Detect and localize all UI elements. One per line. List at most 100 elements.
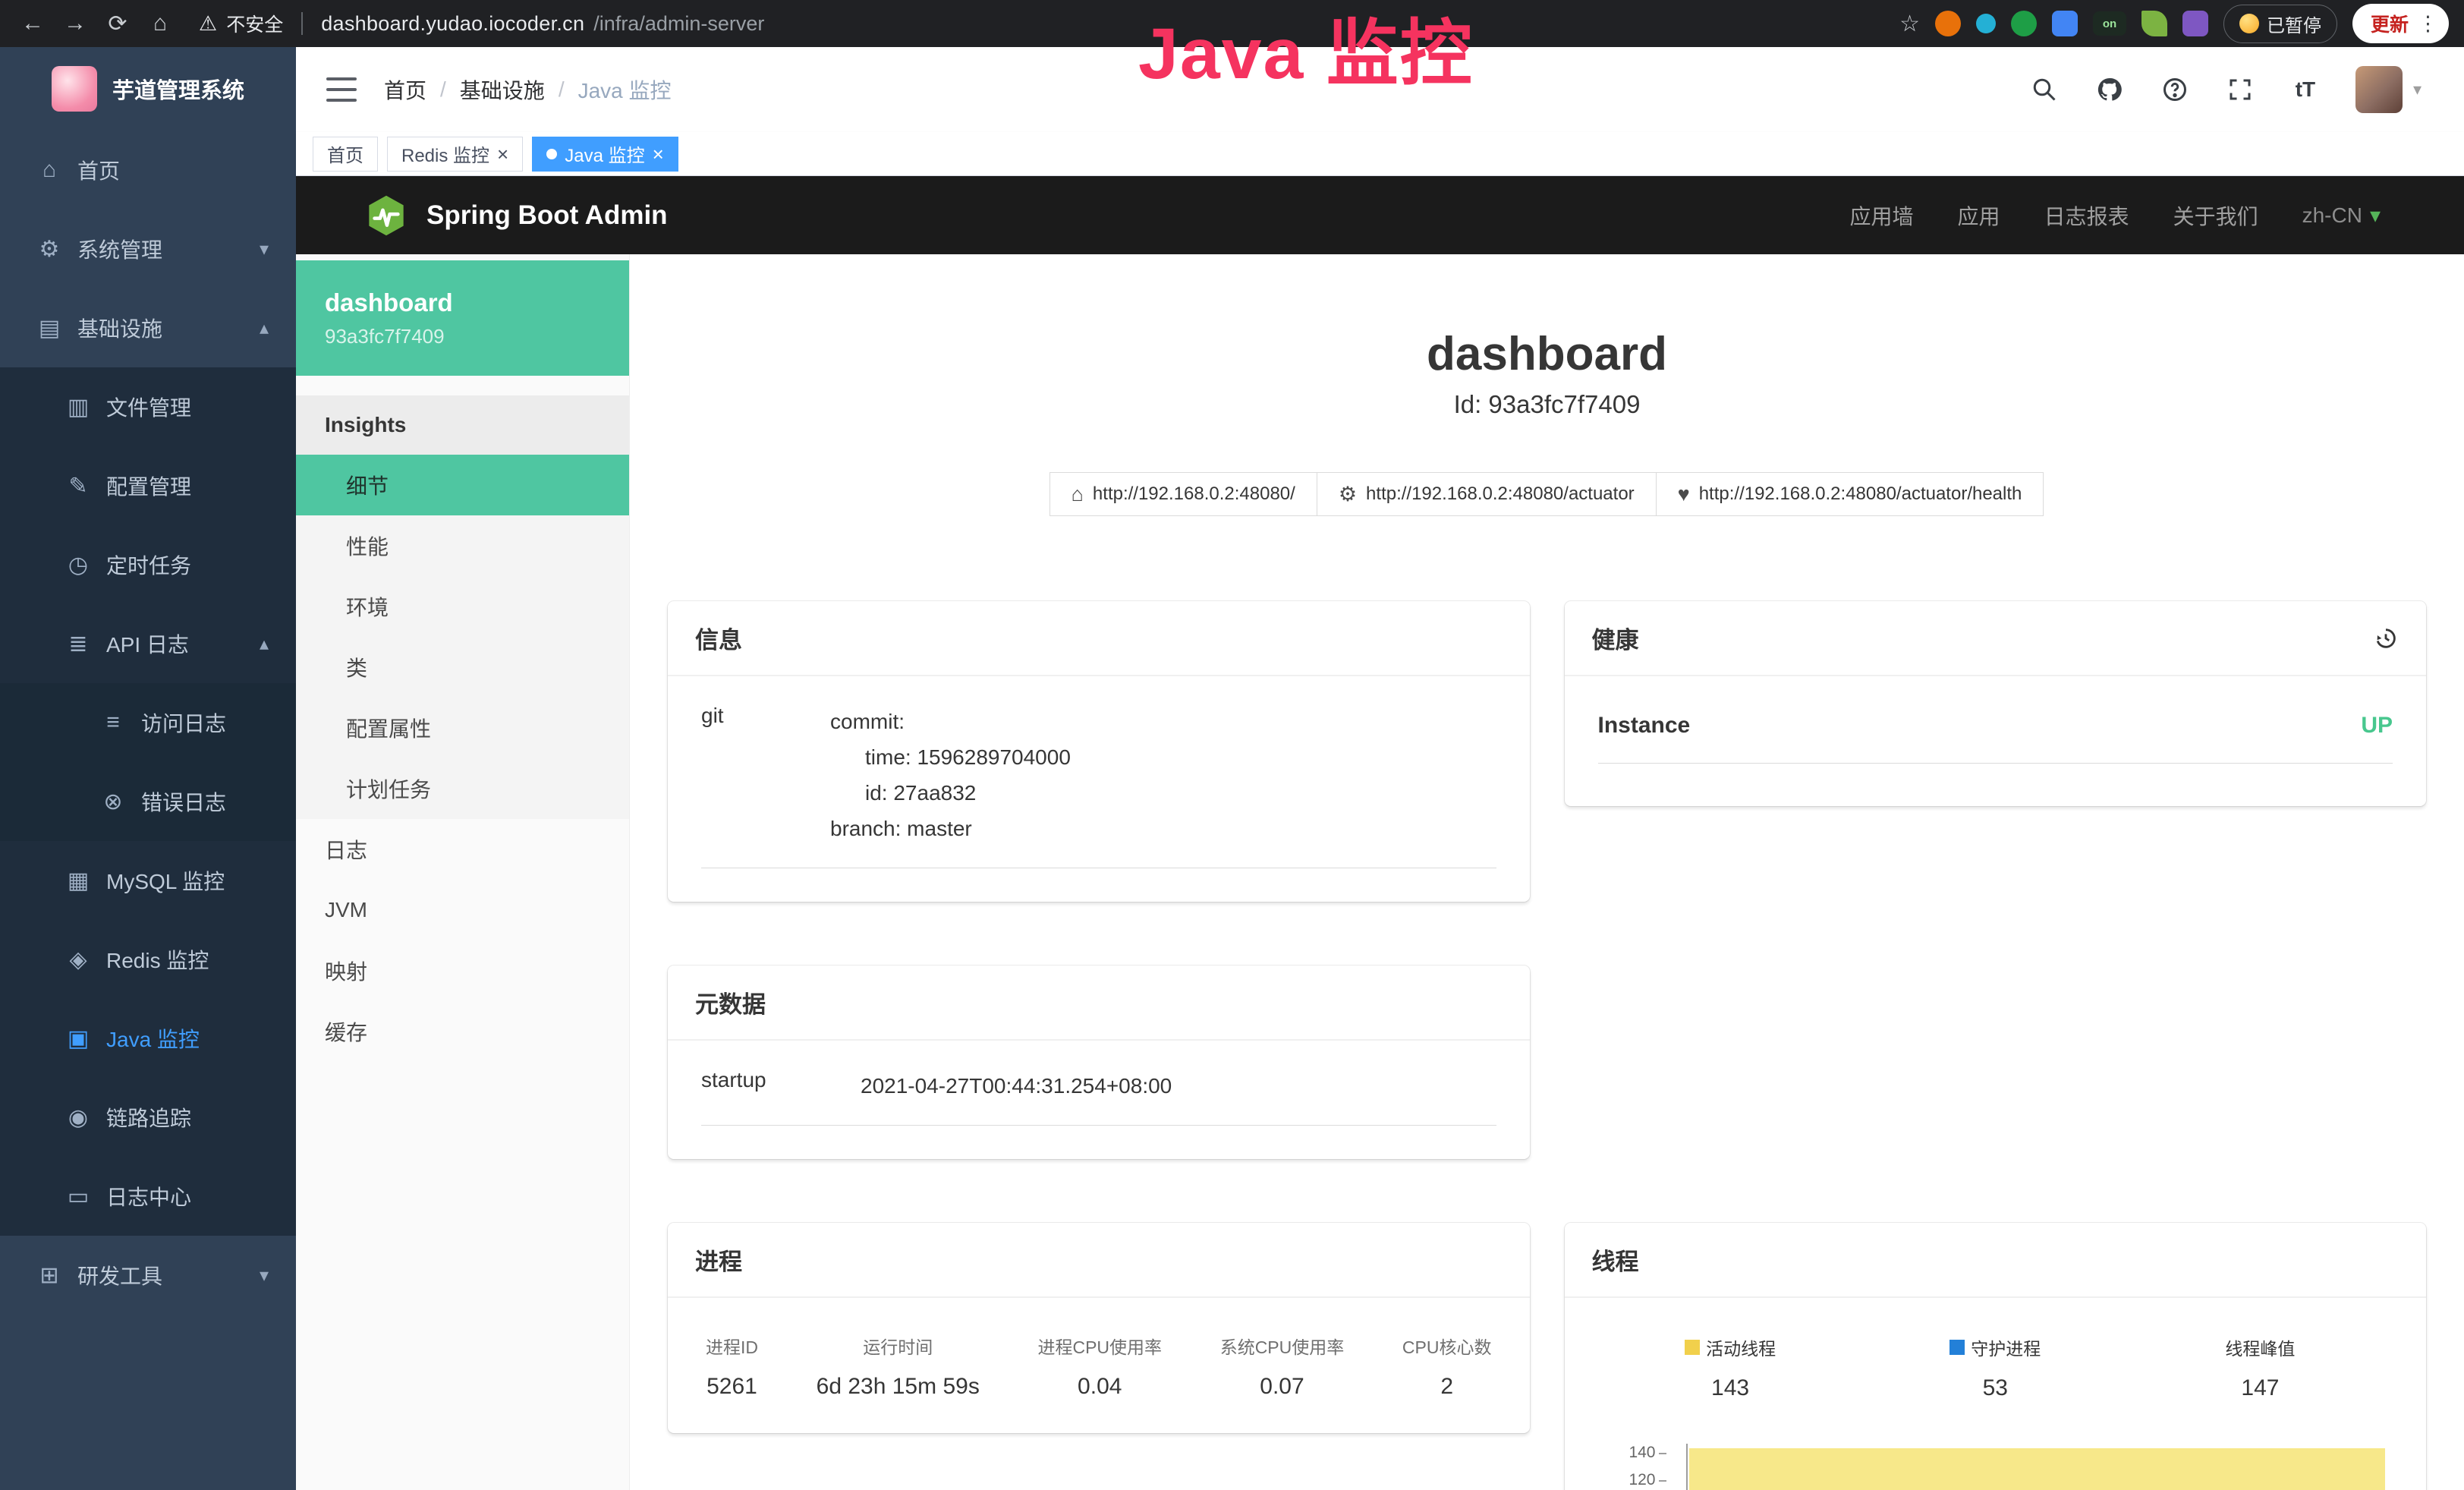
instance-name: dashboard — [325, 288, 629, 317]
sba-item-config-props[interactable]: 配置属性 — [296, 698, 629, 758]
sba-item-mappings[interactable]: 映射 — [296, 940, 629, 1001]
main-area: 首页 / 基础设施 / Java 监控 tT ▾ — [296, 47, 2464, 1490]
metadata-card-body: startup 2021-04-27T00:44:31.254+08:00 — [668, 1041, 1530, 1159]
sba-item-metrics[interactable]: 性能 — [296, 515, 629, 576]
sba-item-logs[interactable]: 日志 — [296, 819, 629, 880]
api-log-icon: ≣ — [61, 631, 96, 657]
sba-nav-journal[interactable]: 日志报表 — [2044, 200, 2129, 231]
forward-button[interactable]: → — [58, 6, 93, 41]
url-path: /infra/admin-server — [593, 12, 764, 36]
sidebar-item-link-tracing[interactable]: ◉ 链路追踪 — [0, 1078, 296, 1157]
sba-item-caches[interactable]: 缓存 — [296, 1001, 629, 1062]
ext-icon-puzzle[interactable] — [2182, 11, 2208, 36]
config-manage-icon: ✎ — [61, 473, 96, 499]
search-icon[interactable] — [2029, 74, 2060, 105]
font-size-icon[interactable]: tT — [2290, 74, 2321, 105]
sba-locale-select[interactable]: zh-CN ▾ — [2302, 203, 2381, 228]
ext-icon-switch-on[interactable]: on — [2093, 11, 2126, 36]
sidebar-item-access-log[interactable]: ≡ 访问日志 — [0, 683, 296, 762]
sba-nav-applications[interactable]: 应用 — [1958, 200, 2000, 231]
sidebar-item-scheduled-task[interactable]: ◷ 定时任务 — [0, 525, 296, 604]
sidebar-item-mysql-monitor[interactable]: ▦ MySQL 监控 — [0, 841, 296, 920]
sba-nav-wallboard[interactable]: 应用墙 — [1850, 200, 1914, 231]
fullscreen-icon[interactable] — [2225, 74, 2255, 105]
ext-icon-orange[interactable] — [1935, 11, 1961, 36]
tab-label: Redis 监控 — [401, 140, 489, 167]
sidebar-item-home[interactable]: ⌂ 首页 — [0, 131, 296, 209]
ext-icon-grid[interactable] — [2052, 11, 2078, 36]
browser-actions: ☆ on 已暂停 更新 ⋮ — [1899, 4, 2449, 43]
breadcrumb-home[interactable]: 首页 — [384, 74, 426, 105]
url-bar[interactable]: ⚠ 不安全 dashboard.yudao.iocoder.cn/infra/a… — [199, 10, 764, 37]
sba-item-environment[interactable]: 环境 — [296, 576, 629, 637]
legend-value: 147 — [2128, 1375, 2393, 1401]
close-icon[interactable]: × — [497, 144, 508, 164]
ext-icon-drop[interactable] — [1976, 14, 1996, 33]
paused-badge[interactable]: 已暂停 — [2223, 5, 2337, 43]
sba-nav-about[interactable]: 关于我们 — [2173, 200, 2258, 231]
tab-java-monitor[interactable]: Java 监控 × — [532, 137, 678, 172]
sidebar-item-config-manage[interactable]: ✎ 配置管理 — [0, 446, 296, 525]
hamburger-icon[interactable] — [326, 77, 357, 102]
app-logo-row[interactable]: 芋道管理系统 — [0, 47, 296, 131]
sidebar-item-log-center[interactable]: ▭ 日志中心 — [0, 1157, 296, 1236]
threads-card-body: 活动线程 143 守护进程 53 — [1565, 1298, 2427, 1490]
git-commit-time: time: 1596289704000 — [830, 739, 1071, 775]
metric-value: 2 — [1402, 1374, 1492, 1400]
legend-daemon-threads: 守护进程 53 — [1863, 1334, 2128, 1401]
sidebar-item-label: 配置管理 — [106, 471, 191, 501]
tags-view-bar: 首页 Redis 监控 × Java 监控 × — [296, 132, 2464, 176]
github-icon[interactable] — [2094, 74, 2125, 105]
threads-chart: 140 120 100 — [1598, 1444, 2393, 1490]
actuator-url-link[interactable]: ⚙ http://192.168.0.2:48080/actuator — [1317, 472, 1657, 516]
sba-brand[interactable]: Spring Boot Admin — [364, 194, 668, 238]
instance-url-link[interactable]: ⌂ http://192.168.0.2:48080/ — [1049, 472, 1317, 516]
sidebar-item-label: 访问日志 — [141, 707, 226, 738]
sba-item-jvm[interactable]: JVM — [296, 880, 629, 940]
browser-home-button[interactable]: ⌂ — [143, 6, 178, 41]
ext-icon-leaf[interactable] — [2141, 11, 2167, 36]
help-icon[interactable] — [2160, 74, 2190, 105]
health-card-header: 健康 — [1565, 601, 2427, 676]
sba-item-details[interactable]: 细节 — [296, 455, 629, 515]
sidebar-item-error-log[interactable]: ⊗ 错误日志 — [0, 762, 296, 841]
sidebar-item-java-monitor[interactable]: ▣ Java 监控 — [0, 999, 296, 1078]
status-badge: UP — [2361, 713, 2393, 739]
update-button[interactable]: 更新 ⋮ — [2352, 4, 2449, 43]
legend-value: 53 — [1863, 1375, 2128, 1401]
sidebar-item-system-manage[interactable]: ⚙ 系统管理 ▾ — [0, 209, 296, 288]
refresh-button[interactable]: ⟳ — [100, 6, 135, 41]
tab-redis-monitor[interactable]: Redis 监控 × — [387, 137, 523, 172]
bookmark-star-icon[interactable]: ☆ — [1899, 11, 1920, 37]
instance-links: ⌂ http://192.168.0.2:48080/ ⚙ http://192… — [630, 472, 2464, 516]
sidebar-item-dev-tools[interactable]: ⊞ 研发工具 ▾ — [0, 1236, 296, 1315]
sba-item-scheduled-tasks[interactable]: 计划任务 — [296, 758, 629, 819]
sba-instance-header[interactable]: dashboard 93a3fc7f7409 — [296, 260, 629, 376]
health-url-link[interactable]: ♥ http://192.168.0.2:48080/actuator/heal… — [1656, 472, 2044, 516]
close-icon[interactable]: × — [653, 144, 664, 164]
user-avatar[interactable]: ▾ — [2355, 66, 2422, 113]
metric-value: 6d 23h 15m 59s — [817, 1374, 980, 1400]
warning-icon: ⚠ — [199, 12, 217, 36]
sidebar-item-file-manage[interactable]: ▥ 文件管理 — [0, 367, 296, 446]
annotation-overlay-text: Java 监控 — [1138, 17, 1474, 93]
metric-label: 进程CPU使用率 — [1037, 1333, 1162, 1359]
sba-item-classes[interactable]: 类 — [296, 637, 629, 698]
legend-peak-threads: 线程峰值 147 — [2128, 1334, 2393, 1401]
back-button[interactable]: ← — [15, 6, 50, 41]
sidebar-item-redis-monitor[interactable]: ◈ Redis 监控 — [0, 920, 296, 999]
sidebar-item-label: 文件管理 — [106, 392, 191, 422]
sidebar-item-label: 基础设施 — [77, 313, 162, 343]
sidebar-item-api-log[interactable]: ≣ API 日志 ▴ — [0, 604, 296, 683]
tab-label: 首页 — [327, 140, 363, 167]
chevron-up-icon: ▴ — [260, 317, 269, 339]
tab-home[interactable]: 首页 — [313, 137, 378, 172]
ext-icon-green[interactable] — [2011, 11, 2037, 36]
sidebar-item-infrastructure[interactable]: ▤ 基础设施 ▴ — [0, 288, 296, 367]
browser-menu-dots-icon[interactable]: ⋮ — [2418, 12, 2438, 36]
breadcrumb-infrastructure[interactable]: 基础设施 — [460, 74, 545, 105]
y-axis-tick: 120 — [1598, 1471, 1656, 1489]
process-card-header: 进程 — [668, 1223, 1530, 1298]
history-icon[interactable] — [2373, 625, 2399, 651]
sidebar-item-label: 研发工具 — [77, 1260, 162, 1290]
